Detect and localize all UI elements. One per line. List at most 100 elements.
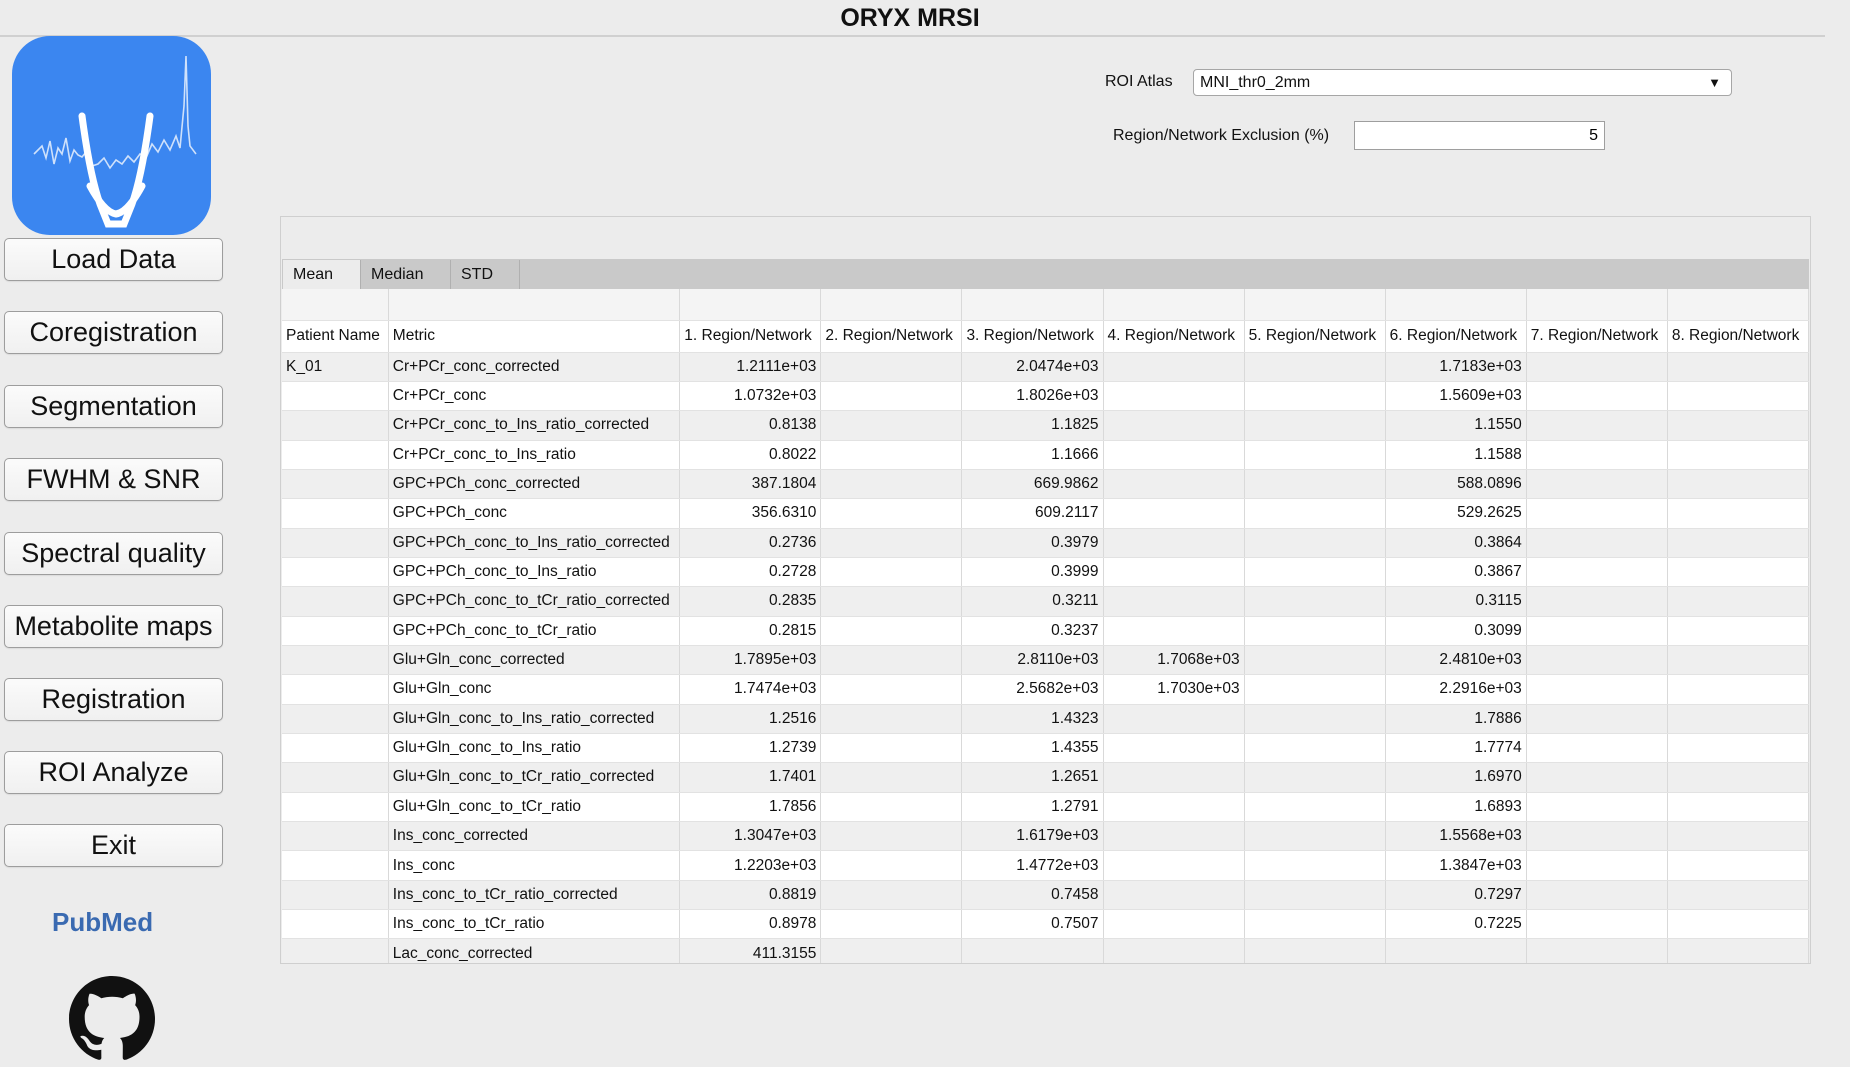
table-cell[interactable] (1103, 586, 1245, 617)
segmentation-button[interactable]: Segmentation (4, 385, 223, 428)
table-cell[interactable] (1667, 498, 1809, 529)
table-cell[interactable] (1667, 704, 1809, 734)
table-cell[interactable] (282, 821, 389, 852)
table-cell[interactable] (1667, 792, 1809, 823)
table-cell[interactable]: GPC+PCh_conc_to_tCr_ratio_corrected (388, 586, 681, 617)
table-cell[interactable]: Glu+Gln_conc_to_tCr_ratio_corrected (388, 762, 681, 793)
table-cell[interactable] (820, 733, 963, 764)
table-cell[interactable] (282, 909, 389, 940)
table-cell[interactable] (282, 674, 389, 705)
table-cell[interactable] (1103, 909, 1245, 940)
table-cell[interactable]: 1.2203e+03 (679, 850, 822, 881)
table-cell[interactable] (1244, 410, 1386, 441)
tab-std[interactable]: STD (451, 260, 520, 289)
table-cell[interactable] (820, 410, 963, 441)
table-cell[interactable]: GPC+PCh_conc_to_tCr_ratio (388, 616, 681, 646)
table-cell[interactable] (1667, 909, 1809, 940)
table-cell[interactable]: 1.0732e+03 (679, 381, 822, 412)
table-cell[interactable] (1526, 850, 1668, 881)
table-cell[interactable]: 1.7474e+03 (679, 674, 822, 705)
table-cell[interactable] (1667, 528, 1809, 558)
table-cell[interactable] (820, 880, 963, 911)
table-cell[interactable] (820, 352, 963, 382)
table-cell[interactable]: 1.7886 (1385, 704, 1527, 734)
table-cell[interactable]: Lac_conc_corrected (388, 938, 681, 963)
table-cell[interactable]: 1.6179e+03 (961, 821, 1104, 852)
table-cell[interactable] (1667, 616, 1809, 646)
table-cell[interactable]: GPC+PCh_conc_corrected (388, 469, 681, 500)
table-cell[interactable]: 0.8138 (679, 410, 822, 441)
table-cell[interactable]: Cr+PCr_conc_corrected (388, 352, 681, 382)
table-cell[interactable]: 1.1666 (961, 440, 1104, 470)
table-cell[interactable] (1667, 352, 1809, 382)
table-cell[interactable] (1103, 440, 1245, 470)
table-cell[interactable] (282, 469, 389, 500)
column-header[interactable]: 2. Region/Network (820, 320, 963, 353)
table-row[interactable]: Cr+PCr_conc 1.0732e+03 1.8026e+03 1.5609e+0… (282, 381, 1809, 412)
table-cell[interactable]: 1.1550 (1385, 410, 1527, 441)
table-cell[interactable] (1244, 762, 1386, 793)
table-cell[interactable] (1667, 410, 1809, 441)
table-row[interactable]: Glu+Gln_conc_corrected 1.7895e+03 2.8110e+… (282, 645, 1809, 676)
table-cell[interactable] (282, 616, 389, 646)
github-icon[interactable] (69, 976, 157, 1060)
column-header[interactable]: Patient Name (282, 320, 389, 353)
column-header[interactable]: 8. Region/Network (1667, 320, 1809, 353)
table-cell[interactable] (1526, 352, 1668, 382)
table-cell[interactable] (820, 616, 963, 646)
table-cell[interactable] (1667, 440, 1809, 470)
table-cell[interactable]: 1.4355 (961, 733, 1104, 764)
table-cell[interactable] (1526, 440, 1668, 470)
table-cell[interactable]: 529.2625 (1385, 498, 1527, 529)
table-row[interactable]: Cr+PCr_conc_to_Ins_ratio_corrected 0.8138… (282, 410, 1809, 441)
table-cell[interactable]: 356.6310 (679, 498, 822, 529)
table-cell[interactable]: 1.7068e+03 (1103, 645, 1245, 676)
table-cell[interactable] (1103, 381, 1245, 412)
column-header[interactable]: Metric (388, 320, 681, 353)
table-cell[interactable] (1244, 352, 1386, 382)
table-cell[interactable] (282, 498, 389, 529)
table-cell[interactable] (1526, 792, 1668, 823)
table-cell[interactable] (820, 469, 963, 500)
table-cell[interactable] (1526, 821, 1668, 852)
table-cell[interactable] (1244, 528, 1386, 558)
table-cell[interactable]: 1.7183e+03 (1385, 352, 1527, 382)
column-header[interactable]: 7. Region/Network (1526, 320, 1668, 353)
table-row[interactable]: Ins_conc 1.2203e+03 1.4772e+03 1.3847e+03 (282, 850, 1809, 881)
table-cell[interactable] (1103, 880, 1245, 911)
table-cell[interactable] (1244, 850, 1386, 881)
table-cell[interactable] (1526, 938, 1668, 963)
table-cell[interactable]: 1.7895e+03 (679, 645, 822, 676)
table-cell[interactable] (282, 440, 389, 470)
table-cell[interactable]: GPC+PCh_conc_to_Ins_ratio (388, 557, 681, 588)
table-row[interactable]: Glu+Gln_conc 1.7474e+03 2.5682e+03 1.7030e+… (282, 674, 1809, 705)
table-cell[interactable] (282, 557, 389, 588)
table-cell[interactable] (1526, 880, 1668, 911)
column-header[interactable]: 6. Region/Network (1385, 320, 1527, 353)
table-cell[interactable]: 1.4772e+03 (961, 850, 1104, 881)
column-header[interactable]: 1. Region/Network (679, 320, 822, 353)
metabolite-maps-button[interactable]: Metabolite maps (4, 605, 223, 648)
table-row[interactable]: GPC+PCh_conc_corrected 387.1804 669.9862 58… (282, 469, 1809, 500)
table-cell[interactable]: 0.3979 (961, 528, 1104, 558)
table-cell[interactable]: Ins_conc_corrected (388, 821, 681, 852)
table-cell[interactable] (1103, 557, 1245, 588)
table-cell[interactable]: 1.7774 (1385, 733, 1527, 764)
table-cell[interactable]: Ins_conc_to_tCr_ratio (388, 909, 681, 940)
table-cell[interactable] (1667, 469, 1809, 500)
table-cell[interactable]: 1.1588 (1385, 440, 1527, 470)
table-cell[interactable] (1244, 586, 1386, 617)
table-cell[interactable] (282, 938, 389, 963)
table-cell[interactable] (820, 557, 963, 588)
table-row[interactable]: Cr+PCr_conc_to_Ins_ratio 0.8022 1.1666 1.15… (282, 440, 1809, 470)
table-row[interactable]: Glu+Gln_conc_to_tCr_ratio_corrected 1.740… (282, 762, 1809, 793)
table-cell[interactable]: 1.7030e+03 (1103, 674, 1245, 705)
table-cell[interactable] (820, 586, 963, 617)
table-cell[interactable]: 0.3864 (1385, 528, 1527, 558)
table-cell[interactable]: Cr+PCr_conc (388, 381, 681, 412)
table-row[interactable]: GPC+PCh_conc_to_tCr_ratio 0.2815 0.3237 0.3… (282, 616, 1809, 646)
table-cell[interactable]: 1.2516 (679, 704, 822, 734)
table-cell[interactable]: 1.2111e+03 (679, 352, 822, 382)
registration-button[interactable]: Registration (4, 678, 223, 721)
table-cell[interactable] (1667, 586, 1809, 617)
